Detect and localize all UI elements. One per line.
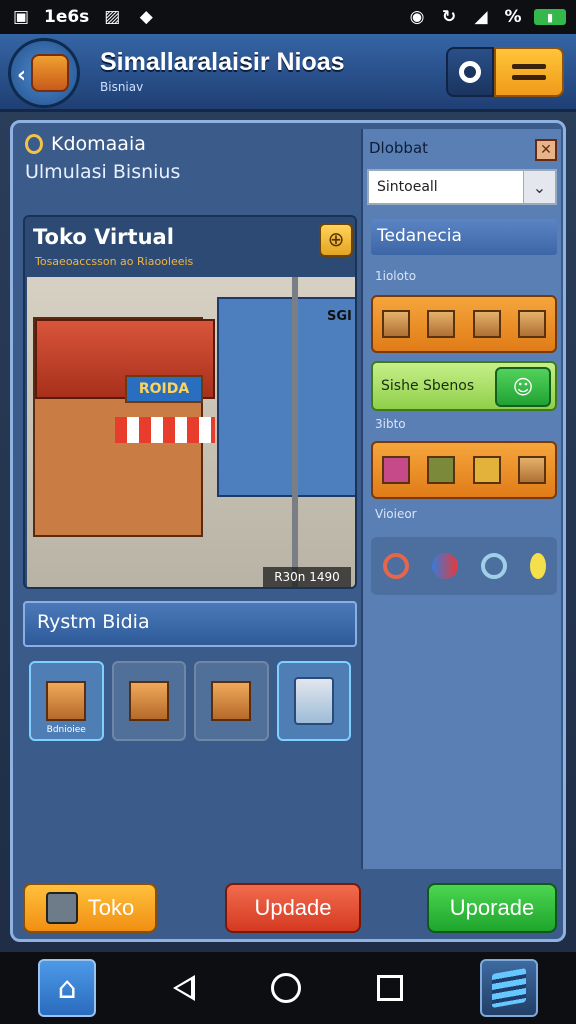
box-icon <box>518 310 547 338</box>
gift-icon <box>381 456 410 484</box>
section-subtitle: Ulmulasi Bisnius <box>25 161 181 183</box>
alarm-icon: ◉ <box>409 7 425 27</box>
hook-icon <box>480 553 507 579</box>
group-label-3: Vioieor <box>375 507 417 521</box>
battery-icon: ▮ <box>534 9 566 25</box>
cart-icon <box>211 681 252 721</box>
toko-button[interactable]: Toko <box>23 883 157 933</box>
store-title: Toko Virtual <box>33 225 174 249</box>
store-subtitle: Tosaeoaccsson ao Riaooleeis <box>35 255 194 268</box>
box-icon <box>381 310 410 338</box>
home-nav-icon[interactable] <box>270 973 301 1003</box>
status-bar: ▣ 1e6s ▨ ◆ ◉ ↻ ◢ % ▮ <box>0 0 576 34</box>
item-label: Bdnioiee <box>46 725 86 735</box>
item-list: Bdnioiee <box>23 655 357 745</box>
wifi-icon: ◢ <box>474 7 488 27</box>
back-nav-icon[interactable] <box>172 975 195 1001</box>
store-card[interactable]: Toko Virtual Tosaeoaccsson ao Riaooleeis… <box>23 215 357 589</box>
item-row-2[interactable] <box>371 441 557 499</box>
key-icon <box>529 553 546 579</box>
app-logo-icon <box>31 54 69 92</box>
list-item[interactable] <box>194 661 269 741</box>
back-button[interactable]: ‹ <box>8 38 80 108</box>
item-row-1[interactable] <box>371 295 557 353</box>
layers-app-button[interactable] <box>479 959 538 1017</box>
toko-button-label: Toko <box>87 895 135 920</box>
notification-icon: ▣ <box>12 7 30 27</box>
tab-tedanecia[interactable]: Tedanecia <box>371 219 557 255</box>
main-panel: Kdomaaia Ulmulasi Bisnius Dlobbat ✕ Sint… <box>10 120 566 942</box>
pin-icon <box>431 553 458 579</box>
tools-row[interactable] <box>371 537 557 595</box>
neighbor-building <box>217 297 355 497</box>
app-root: { "status": {"time": "1e6s"}, "header": … <box>0 0 576 1024</box>
street-pole <box>292 277 298 587</box>
subpanel-title: Rystm Bidia <box>23 601 357 647</box>
awning <box>115 417 215 443</box>
box-icon <box>46 681 87 721</box>
action-row[interactable]: Sishe Sbenos ☺ <box>371 361 557 411</box>
page-subtitle: Bisniav <box>100 80 144 94</box>
image-icon: ▨ <box>104 7 121 27</box>
price-tag: R30n 1490 <box>263 567 351 587</box>
list-item[interactable] <box>111 661 186 741</box>
box-icon <box>472 456 501 484</box>
status-time: 1e6s <box>44 7 90 27</box>
crate-icon <box>472 310 501 338</box>
box-icon <box>427 310 456 338</box>
section-header: Kdomaaia Ulmulasi Bisnius <box>25 133 180 183</box>
settings-button[interactable] <box>446 47 494 97</box>
smile-icon: ☺ <box>495 367 551 407</box>
home-icon: ⌂ <box>57 970 77 1006</box>
system-nav-bar: ⌂ <box>0 952 576 1024</box>
list-item[interactable]: Bdnioiee <box>29 661 104 741</box>
corner-label: SGI <box>327 309 352 324</box>
action-label: Sishe Sbenos <box>381 378 475 394</box>
sync-icon: ↻ <box>441 7 457 27</box>
home-app-button[interactable]: ⌂ <box>38 959 97 1017</box>
app-header: ‹ Simallaralaisir Nioas Bisniav <box>0 34 576 112</box>
game-icon: ◆ <box>139 7 153 27</box>
merchant-avatar <box>293 677 334 725</box>
list-item[interactable] <box>276 661 351 741</box>
shop-icon <box>45 892 78 924</box>
upgrade-button[interactable]: Uporade <box>427 883 557 933</box>
select-value: Sintoeall <box>377 179 438 195</box>
signal-icon: % <box>504 7 522 27</box>
box-icon <box>518 456 547 484</box>
page-title: Simallaralaisir Nioas <box>100 48 345 76</box>
sidebar-title: Dlobbat <box>369 139 429 157</box>
crate-icon <box>427 456 456 484</box>
package-icon <box>128 681 169 721</box>
store-scene-image: ROIDA SGI R30n 1490 <box>27 277 355 587</box>
gear-icon <box>459 61 481 83</box>
update-button[interactable]: Updade <box>225 883 361 933</box>
close-button[interactable]: ✕ <box>535 139 557 161</box>
store-sign: ROIDA <box>125 375 203 403</box>
ring-icon <box>382 553 409 579</box>
group-label-2: 3ibto <box>375 417 406 431</box>
coin-icon[interactable]: ⊕ <box>319 223 353 257</box>
group-label-1: 1ioloto <box>375 269 417 283</box>
key-icon <box>25 134 43 154</box>
menu-icon <box>512 64 546 69</box>
recents-nav-icon[interactable] <box>377 975 404 1001</box>
right-sidebar: Dlobbat ✕ Sintoeall ⌄ Tedanecia 1ioloto … <box>361 129 561 869</box>
section-title: Kdomaaia <box>51 133 146 155</box>
category-select[interactable]: Sintoeall ⌄ <box>367 169 557 205</box>
chevron-left-icon: ‹ <box>17 63 27 88</box>
menu-button[interactable] <box>494 47 564 97</box>
chevron-down-icon: ⌄ <box>523 171 555 203</box>
layers-icon <box>491 968 526 1008</box>
